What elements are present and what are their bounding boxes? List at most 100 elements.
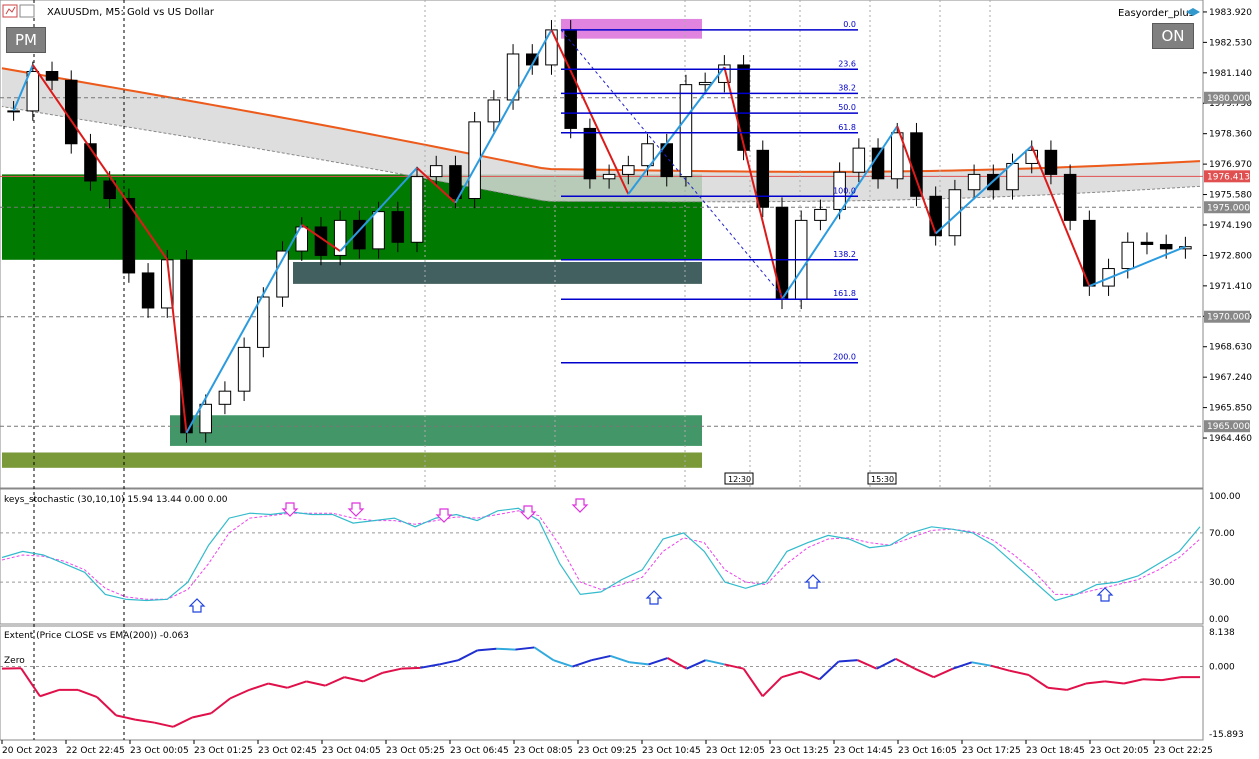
candle-body <box>26 70 40 112</box>
candle-body <box>180 259 193 434</box>
price-axis-label: 1964.460 <box>1209 434 1252 444</box>
candle-body <box>814 208 827 221</box>
extent-segment <box>401 666 421 670</box>
candle-body <box>1121 241 1135 270</box>
time-axis-label: 23 Oct 12:05 <box>706 746 765 756</box>
stochastic-panel[interactable] <box>0 488 1204 625</box>
extent-axis-label: 8.138 <box>1209 628 1235 638</box>
pm-button[interactable]: PM <box>6 27 46 53</box>
price-tag-label: 1975.000 <box>1207 203 1250 213</box>
price-axis: 1983.9201982.5301981.1401979.7501978.360… <box>1203 8 1252 444</box>
price-axis-label: 1981.140 <box>1209 69 1252 79</box>
candle-body <box>1044 149 1058 175</box>
stochastic-axis-label: 30.00 <box>1209 578 1235 588</box>
candle-body <box>622 165 635 175</box>
time-axis-label: 23 Oct 05:25 <box>386 746 445 756</box>
chart-menu-icon[interactable] <box>2 4 18 18</box>
time-axis-label: 23 Oct 08:05 <box>514 746 573 756</box>
price-tag-label: 1970.000 <box>1207 313 1250 323</box>
time-axis-label: 23 Oct 14:45 <box>834 746 893 756</box>
price-axis-label: 1965.850 <box>1209 404 1252 414</box>
fibonacci-level-label: 200.0 <box>833 353 856 362</box>
price-tag-label: 1976.413 <box>1207 172 1250 182</box>
base-zone <box>2 452 702 468</box>
time-axis-label: 22 Oct 22:45 <box>66 746 125 756</box>
time-axis-label: 23 Oct 17:25 <box>962 746 1021 756</box>
trading-chart[interactable]: 0.023.638.250.061.8100.0138.2161.8200.0 … <box>0 0 1259 759</box>
stochastic-label: keys_stochastic (30,10,10) 15.94 13.44 0… <box>4 495 228 505</box>
candle-body <box>487 99 501 123</box>
time-axis-label: 23 Oct 22:25 <box>1154 746 1213 756</box>
extent-axis-label: -15.893 <box>1209 730 1244 740</box>
candle-body <box>391 211 405 243</box>
chart-title: XAUUSDm, M5: Gold vs US Dollar <box>47 7 215 18</box>
time-axis-label: 23 Oct 10:45 <box>642 746 701 756</box>
stochastic-axis-label: 0.00 <box>1209 615 1229 625</box>
time-axis-label: 23 Oct 01:25 <box>194 746 253 756</box>
price-tag-label: 1980.000 <box>1207 94 1250 104</box>
candle-body <box>429 165 443 178</box>
time-axis-label: 20 Oct 2023 <box>2 746 58 756</box>
fibonacci-level-label: 50.0 <box>838 103 856 112</box>
extent-axis-label: 0.000 <box>1209 663 1235 673</box>
time-axis-label: 23 Oct 16:05 <box>898 746 957 756</box>
candle-body <box>257 296 270 348</box>
time-axis-label: 23 Oct 13:25 <box>770 746 829 756</box>
candle-body <box>1159 243 1173 250</box>
candle-body <box>679 84 693 178</box>
gap-zone <box>293 261 702 284</box>
candle-body <box>45 70 59 81</box>
price-axis-label: 1978.360 <box>1209 130 1252 140</box>
fibonacci-level-label: 138.2 <box>833 250 856 259</box>
price-axis-label: 1968.630 <box>1209 343 1252 353</box>
candle-body <box>410 176 424 243</box>
candle-body <box>737 64 750 151</box>
price-axis-label: 1972.800 <box>1209 251 1252 261</box>
stochastic-axis-label: 70.00 <box>1209 529 1235 539</box>
fibonacci-level-label: 100.0 <box>833 186 856 195</box>
stochastic-axis-label: 100.00 <box>1209 492 1241 502</box>
time-axis-label: 23 Oct 04:05 <box>322 746 381 756</box>
price-axis-label: 1983.920 <box>1209 8 1252 18</box>
extent-segment <box>838 659 858 663</box>
fibonacci-level-label: 23.6 <box>838 59 856 68</box>
on-button[interactable]: ON <box>1152 23 1194 49</box>
window-icon[interactable] <box>19 4 35 18</box>
candle-body <box>583 127 597 180</box>
candle-body <box>698 81 712 86</box>
price-tag-label: 1965.000 <box>1207 422 1250 432</box>
price-axis-label: 1982.530 <box>1209 38 1252 48</box>
demand-zone-low <box>170 415 702 446</box>
time-axis-label: 23 Oct 20:05 <box>1090 746 1149 756</box>
candle-body <box>756 149 770 208</box>
fibonacci-level-label: 61.8 <box>838 123 856 132</box>
candle-body <box>237 346 251 392</box>
price-axis-label: 1976.970 <box>1209 160 1252 170</box>
price-axis-label: 1967.240 <box>1209 373 1252 383</box>
extent-label: Extent (Price CLOSE vs EMA(200)) -0.063 <box>4 631 189 641</box>
candle-body <box>852 147 866 173</box>
time-marker-label: 12:30 <box>728 475 751 484</box>
time-axis-label: 23 Oct 00:05 <box>130 746 189 756</box>
candle-body <box>141 272 155 309</box>
candle-body <box>372 211 385 250</box>
extent-segment <box>496 647 516 651</box>
fibonacci-level-label: 0.0 <box>843 20 856 29</box>
candle-body <box>602 173 616 180</box>
price-axis-label: 1971.410 <box>1209 282 1252 292</box>
price-axis-label: 1974.190 <box>1209 221 1252 231</box>
expert-advisor-name: Easyorder_plus <box>1118 8 1194 19</box>
fibonacci-level-label: 38.2 <box>838 83 856 92</box>
candle-body <box>1063 173 1077 221</box>
candle-body <box>967 173 981 191</box>
candle-body <box>910 132 923 197</box>
time-axis-label: 23 Oct 02:45 <box>258 746 317 756</box>
fibonacci-level-label: 161.8 <box>833 289 856 298</box>
candle-body <box>1140 241 1154 245</box>
time-axis-label: 23 Oct 18:45 <box>1026 746 1085 756</box>
candle-body <box>199 403 212 434</box>
candle-body <box>218 390 232 405</box>
price-axis-label: 1975.580 <box>1209 191 1252 201</box>
time-axis-label: 23 Oct 09:25 <box>578 746 637 756</box>
extent-segment <box>1142 678 1163 682</box>
